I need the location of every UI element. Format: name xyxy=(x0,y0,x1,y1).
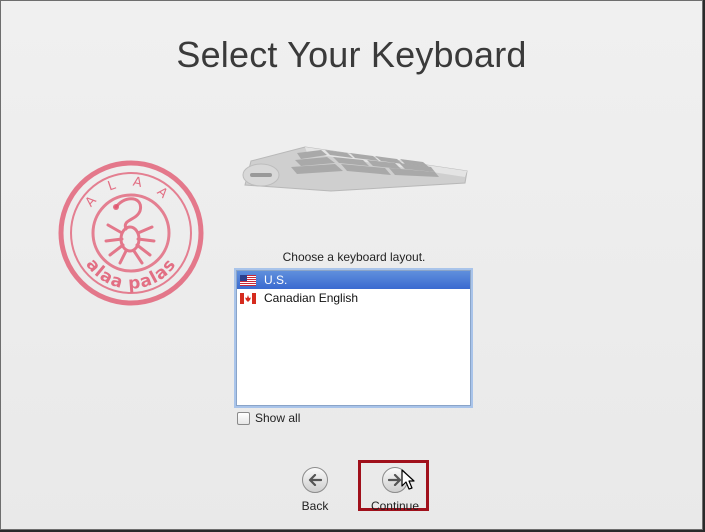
keyboard-layout-list[interactable]: U.S. Canadian English xyxy=(236,270,471,406)
svg-text:alaa palas: alaa palas xyxy=(82,255,181,294)
checkbox-box[interactable] xyxy=(237,411,250,425)
list-item-label: U.S. xyxy=(264,273,288,287)
continue-label: Continue xyxy=(370,499,420,513)
mouse-cursor-icon xyxy=(401,469,415,490)
back-label: Back xyxy=(301,499,329,513)
setup-assistant-window: Select Your Keyboard A L A A alaa palas xyxy=(0,0,703,530)
canada-flag-icon xyxy=(240,292,256,304)
list-item-us[interactable]: U.S. xyxy=(237,271,470,289)
list-item-canadian-english[interactable]: Canadian English xyxy=(237,289,470,307)
show-all-label: Show all xyxy=(255,411,301,425)
stamp-watermark: A L A A alaa palas xyxy=(58,160,204,306)
page-title: Select Your Keyboard xyxy=(176,34,527,75)
us-flag-icon xyxy=(240,274,256,286)
keyboard-icon xyxy=(242,146,468,192)
stamp-bottom-text: alaa palas xyxy=(82,255,180,294)
back-button[interactable]: Back xyxy=(298,467,332,513)
continue-button[interactable]: Continue xyxy=(363,467,427,513)
layout-prompt: Choose a keyboard layout. xyxy=(282,250,426,264)
list-item-label: Canadian English xyxy=(264,291,359,305)
back-arrow-icon xyxy=(302,467,328,493)
show-all-checkbox[interactable]: Show all xyxy=(237,411,300,425)
